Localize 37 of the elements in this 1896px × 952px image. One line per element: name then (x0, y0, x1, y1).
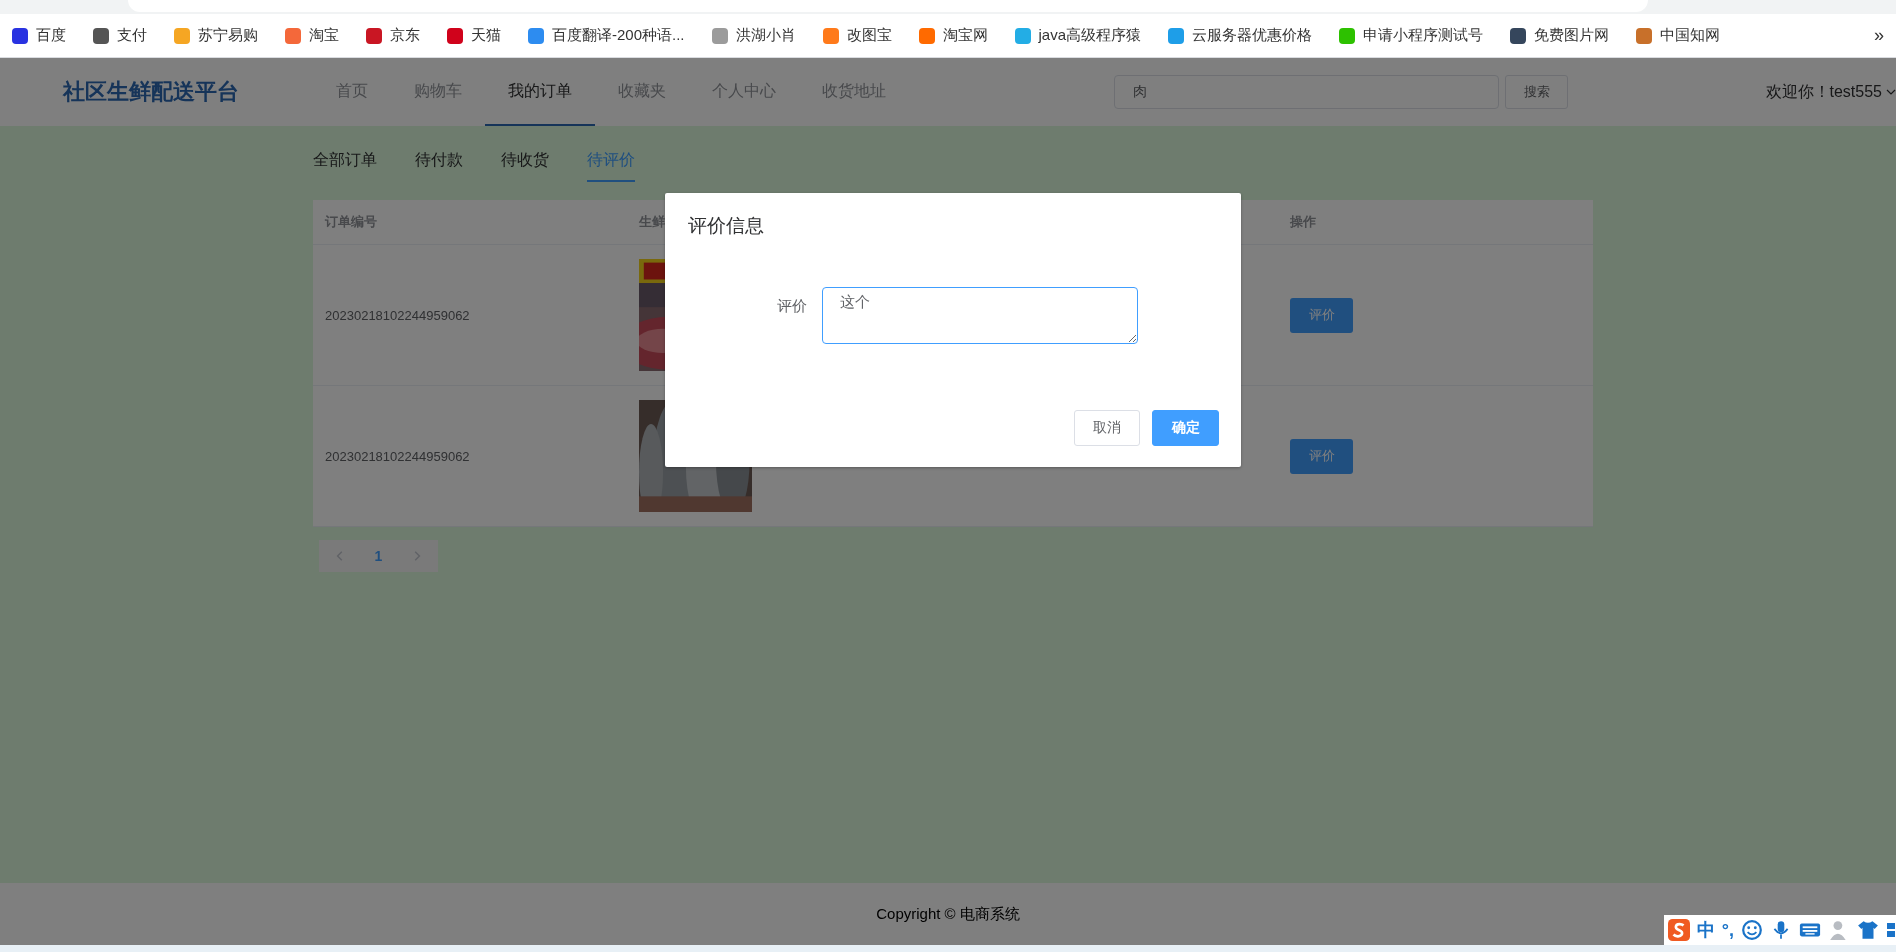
confirm-button[interactable]: 确定 (1152, 410, 1219, 446)
bookmark[interactable]: 云服务器优惠价格 (1168, 26, 1313, 45)
bookmark[interactable]: 天猫 (447, 26, 501, 45)
dialog-title: 评价信息 (687, 214, 764, 238)
bookmark[interactable]: 百度 (12, 26, 66, 45)
bookmark[interactable]: 京东 (366, 26, 420, 45)
bookmark[interactable]: 免费图片网 (1510, 26, 1610, 45)
bookmark[interactable]: java高级程序猿 (1014, 26, 1142, 45)
bookmark[interactable]: 支付 (93, 26, 147, 45)
input-mode-toggle[interactable]: 中 (1696, 918, 1715, 942)
order-tab[interactable]: 全部订单 (313, 150, 377, 182)
smiley-icon[interactable] (1741, 919, 1763, 941)
bookmark[interactable]: 改图宝 (822, 26, 892, 45)
copyright-text: Copyright © 电商系统 (876, 904, 1020, 924)
order-number: 20230218102244959062 (325, 307, 470, 323)
more-bookmarks[interactable]: » (1874, 25, 1884, 46)
input-method-logo-icon[interactable] (1667, 919, 1690, 941)
bookmark[interactable]: 洪湖小肖 (711, 26, 796, 45)
site-logo[interactable]: 社区生鲜配送平台 (63, 77, 273, 107)
search-field[interactable]: 肉 (1114, 75, 1499, 109)
bookmark[interactable]: 申请小程序测试号 (1339, 26, 1484, 45)
bookmark[interactable]: 中国知网 (1636, 26, 1721, 45)
order-number: 20230218102244959062 (325, 448, 470, 464)
bookmark[interactable]: 百度翻译-200种语... (528, 26, 685, 45)
bookmark[interactable]: 淘宝网 (918, 26, 988, 45)
bookmark[interactable]: 淘宝 (285, 26, 339, 45)
bookmark[interactable]: 苏宁易购 (174, 26, 258, 45)
user-menu[interactable]: 欢迎你！test555 (1765, 81, 1882, 103)
field-label: 评价 (777, 297, 808, 316)
search-button[interactable]: 搜索 (1505, 75, 1568, 109)
chevron-down-icon (1886, 87, 1896, 97)
order-tab[interactable]: 待付款 (415, 150, 463, 182)
cancel-button[interactable]: 取消 (1074, 410, 1140, 446)
review-field[interactable]: 这个 (822, 287, 1138, 344)
shirt-icon[interactable] (1857, 919, 1879, 941)
input-mode-toggle[interactable]: °, (1721, 919, 1734, 941)
order-tab[interactable]: 待收货 (501, 150, 549, 182)
